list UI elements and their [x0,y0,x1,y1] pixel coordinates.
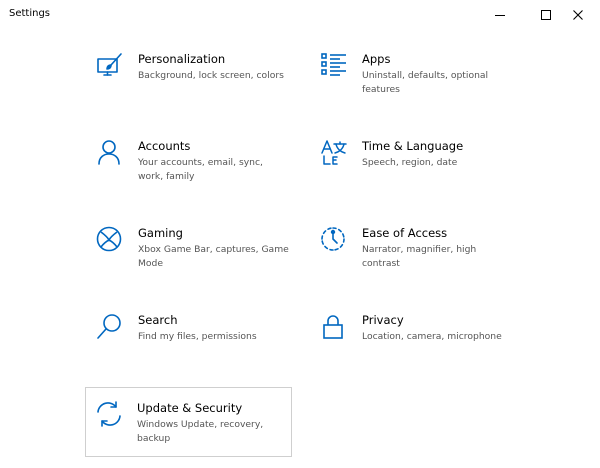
close-button[interactable] [555,0,600,30]
update-security-icon [95,400,123,432]
category-description: Uninstall, defaults, optional features [362,70,489,95]
category-apps[interactable]: Apps Uninstall, defaults, optional featu… [310,52,516,122]
category-time-language[interactable]: Time & Language Speech, region, date [310,139,516,209]
category-description: Narrator, magnifier, high contrast [362,244,477,269]
privacy-icon [320,313,348,345]
minimize-icon [495,15,505,16]
maximize-icon [541,10,551,20]
category-description: Find my files, permissions [138,331,257,342]
category-gaming[interactable]: Gaming Xbox Game Bar, captures, Game Mod… [86,226,292,296]
category-accounts[interactable]: Accounts Your accounts, email, sync, wor… [86,139,292,209]
category-description: Your accounts, email, sync, work, family [138,157,263,182]
category-title: Update & Security [137,401,243,415]
accounts-icon [96,139,124,171]
close-icon [573,10,583,20]
window-title: Settings [9,8,51,19]
ease-of-access-icon [320,226,348,258]
search-icon [96,313,124,345]
personalization-icon [96,52,124,84]
category-title: Apps [362,52,391,66]
category-description: Xbox Game Bar, captures, Game Mode [138,244,289,269]
category-search[interactable]: Search Find my files, permissions [86,313,292,383]
gaming-icon [96,226,124,258]
title-bar: Settings [0,0,600,30]
category-title: Privacy [362,313,404,327]
category-personalization[interactable]: Personalization Background, lock screen,… [86,52,292,122]
apps-icon [320,52,348,84]
category-description: Windows Update, recovery, backup [137,419,264,444]
category-title: Ease of Access [362,226,448,240]
category-privacy[interactable]: Privacy Location, camera, microphone [310,313,516,383]
category-ease-of-access[interactable]: Ease of Access Narrator, magnifier, high… [310,226,516,296]
category-title: Gaming [138,226,183,240]
time-language-icon [320,139,348,171]
category-description: Background, lock screen, colors [138,70,284,81]
category-update-security[interactable]: Update & Security Windows Update, recove… [85,387,292,457]
category-title: Time & Language [362,139,464,153]
category-description: Location, camera, microphone [362,331,502,342]
category-title: Accounts [138,139,191,153]
category-title: Search [138,313,178,327]
minimize-button[interactable] [477,0,523,30]
category-description: Speech, region, date [362,157,458,168]
category-title: Personalization [138,52,226,66]
